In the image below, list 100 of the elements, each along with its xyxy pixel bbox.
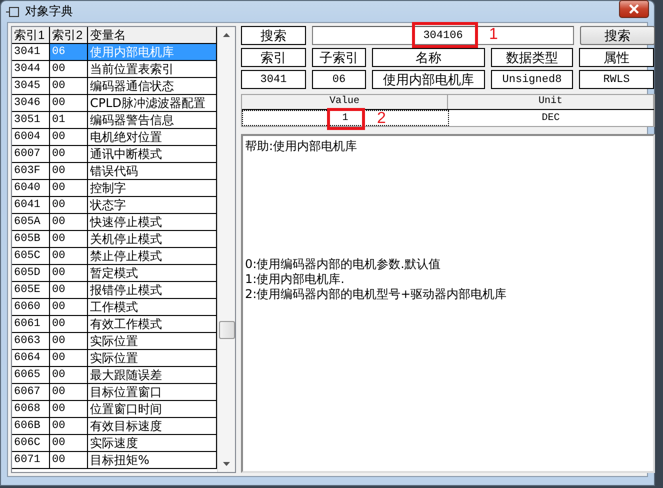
scroll-down-icon[interactable] bbox=[223, 462, 230, 466]
table-cell: 00 bbox=[50, 214, 88, 231]
table-cell: 00 bbox=[50, 197, 88, 214]
table-cell: 3045 bbox=[12, 78, 50, 95]
field-label: 子索引 bbox=[312, 48, 366, 67]
highlight-frame bbox=[412, 22, 478, 48]
list-row[interactable]: 3041 06 使用内部电机库 bbox=[12, 44, 217, 61]
table-cell: 00 bbox=[50, 299, 88, 316]
list-row[interactable]: 606B 00 有效目标速度 bbox=[12, 418, 217, 435]
table-cell: 00 bbox=[50, 146, 88, 163]
table-cell: 605C bbox=[12, 248, 50, 265]
list-row[interactable]: 605E 00 报错停止模式 bbox=[12, 282, 217, 299]
list-row[interactable]: 6060 00 工作模式 bbox=[12, 299, 217, 316]
table-cell: 6060 bbox=[12, 299, 50, 316]
list-row[interactable]: 606C 00 实际速度 bbox=[12, 435, 217, 452]
table-cell: 606B bbox=[12, 418, 50, 435]
list-row[interactable]: 6004 00 电机绝对位置 bbox=[12, 129, 217, 146]
list-row[interactable]: 6068 00 位置窗口时间 bbox=[12, 401, 217, 418]
field-label: 属性 bbox=[579, 48, 654, 67]
help-title: 帮助:使用内部电机库 bbox=[245, 139, 358, 154]
field-value: 06 bbox=[312, 70, 366, 89]
cell-value: DEC bbox=[542, 112, 560, 124]
table-cell: 605E bbox=[12, 282, 50, 299]
list-row[interactable]: 3046 00 CPLD脉冲滤波器配置 bbox=[12, 95, 217, 112]
column-header[interactable]: 变量名 bbox=[88, 27, 217, 44]
highlight-frame bbox=[327, 108, 365, 130]
search-label: 搜索 bbox=[241, 26, 306, 45]
scroll-up-icon[interactable] bbox=[223, 33, 230, 37]
field-label: 索引 bbox=[241, 48, 306, 67]
table-cell: 3044 bbox=[12, 61, 50, 78]
option-description: 2:使用编码器内部的电机型号+驱动器内部电机库 bbox=[245, 287, 508, 302]
list-row[interactable]: 605B 00 关机停止模式 bbox=[12, 231, 217, 248]
annotation-number: 2 bbox=[377, 111, 386, 127]
scroll-thumb[interactable] bbox=[218, 321, 234, 339]
table-cell: 使用内部电机库 bbox=[88, 44, 217, 61]
list-row[interactable]: 6071 00 目标扭矩% bbox=[12, 452, 217, 469]
scrollbar[interactable] bbox=[217, 27, 235, 472]
list-row[interactable]: 6007 00 通讯中断模式 bbox=[12, 146, 217, 163]
list-row[interactable]: 605D 00 暂定模式 bbox=[12, 265, 217, 282]
close-icon bbox=[629, 4, 639, 14]
table-cell: 603F bbox=[12, 163, 50, 180]
list-row[interactable]: 6064 00 实际位置 bbox=[12, 350, 217, 367]
table-cell: 6040 bbox=[12, 180, 50, 197]
list-row[interactable]: 3044 00 当前位置表索引 bbox=[12, 61, 217, 78]
field-value: RWLS bbox=[579, 70, 654, 89]
option-description: 0:使用编码器内部的电机参数.默认值 bbox=[245, 257, 442, 272]
list-row[interactable]: 605C 00 禁止停止模式 bbox=[12, 248, 217, 265]
table-cell: 00 bbox=[50, 316, 88, 333]
list-row[interactable]: 6041 00 状态字 bbox=[12, 197, 217, 214]
table-cell: 6063 bbox=[12, 333, 50, 350]
field-value: 3041 bbox=[241, 70, 306, 89]
table-cell: 00 bbox=[50, 418, 88, 435]
column-header[interactable]: 索引2 bbox=[50, 27, 88, 44]
table-cell: 00 bbox=[50, 367, 88, 384]
table-cell: 00 bbox=[50, 401, 88, 418]
list-row[interactable]: 6040 00 控制字 bbox=[12, 180, 217, 197]
list-row[interactable]: 6067 00 目标位置窗口 bbox=[12, 384, 217, 401]
column-header: Unit bbox=[448, 95, 654, 109]
table-cell: 00 bbox=[50, 333, 88, 350]
table-cell: 6068 bbox=[12, 401, 50, 418]
table-cell[interactable]: DEC bbox=[448, 110, 654, 126]
table-cell: 3051 bbox=[12, 112, 50, 129]
column-header[interactable]: 索引1 bbox=[12, 27, 50, 44]
table-cell: 00 bbox=[50, 282, 88, 299]
search-value: 304106 bbox=[423, 30, 463, 42]
table-cell: 6061 bbox=[12, 316, 50, 333]
list-row[interactable]: 3051 01 编码器警告信息 bbox=[12, 112, 217, 129]
table-cell: 00 bbox=[50, 95, 88, 112]
list-row[interactable]: 3045 00 编码器通信状态 bbox=[12, 78, 217, 95]
search-button[interactable]: 搜索 bbox=[580, 26, 655, 45]
table-cell: 00 bbox=[50, 61, 88, 78]
table-cell: 6004 bbox=[12, 129, 50, 146]
table-cell: 06 bbox=[50, 44, 88, 61]
table-cell: 00 bbox=[50, 180, 88, 197]
list-row[interactable]: 6063 00 实际位置 bbox=[12, 333, 217, 350]
table-cell: 00 bbox=[50, 452, 88, 469]
list-row[interactable]: 605A 00 快速停止模式 bbox=[12, 214, 217, 231]
table-cell: 605B bbox=[12, 231, 50, 248]
field-value: Unsigned8 bbox=[491, 70, 573, 89]
field-value: 使用内部电机库 bbox=[372, 70, 485, 89]
option-description: 1:使用内部电机库. bbox=[245, 272, 346, 287]
list-row[interactable]: 6061 00 有效工作模式 bbox=[12, 316, 217, 333]
table-cell: 605A bbox=[12, 214, 50, 231]
table-cell: 00 bbox=[50, 384, 88, 401]
table-cell: 00 bbox=[50, 248, 88, 265]
table-cell: 00 bbox=[50, 129, 88, 146]
table-cell: 6064 bbox=[12, 350, 50, 367]
table-cell: 00 bbox=[50, 163, 88, 180]
list-row[interactable]: 603F 00 错误代码 bbox=[12, 163, 217, 180]
table-cell: 6041 bbox=[12, 197, 50, 214]
table-cell: 00 bbox=[50, 78, 88, 95]
table-cell: 01 bbox=[50, 112, 88, 129]
annotation-number: 1 bbox=[489, 27, 498, 43]
table-cell: 00 bbox=[50, 435, 88, 452]
table-cell: 00 bbox=[50, 350, 88, 367]
close-button[interactable] bbox=[619, 0, 649, 18]
table-cell: 606C bbox=[12, 435, 50, 452]
table-cell: 00 bbox=[50, 265, 88, 282]
list-row[interactable]: 6065 00 最大跟随误差 bbox=[12, 367, 217, 384]
table-cell: 6007 bbox=[12, 146, 50, 163]
